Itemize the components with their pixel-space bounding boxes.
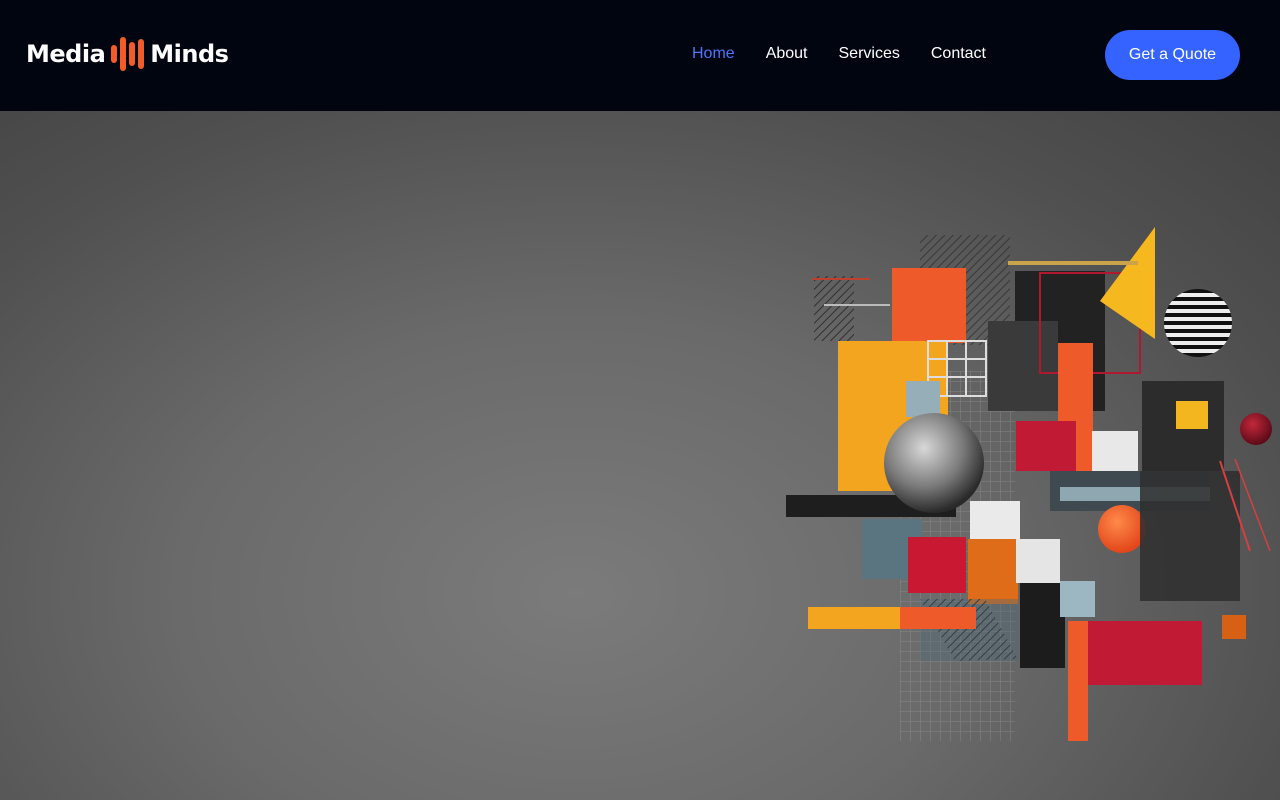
- logo-word-media: Media: [26, 40, 106, 68]
- logo-word-minds: Minds: [150, 40, 229, 68]
- nav-home-link[interactable]: Home: [692, 44, 735, 64]
- site-header: Media Minds Home About Services Contact …: [0, 0, 1280, 111]
- main-nav: Home About Services Contact: [692, 44, 1017, 64]
- sound-bars-icon: [111, 37, 145, 71]
- hero-section: [0, 111, 1280, 800]
- get-a-quote-button[interactable]: Get a Quote: [1105, 30, 1240, 80]
- nav-about-link[interactable]: About: [766, 44, 808, 64]
- abstract-collage-image: [786, 227, 1272, 741]
- brand-logo[interactable]: Media Minds: [26, 36, 229, 72]
- nav-services-link[interactable]: Services: [839, 44, 900, 64]
- nav-contact-link[interactable]: Contact: [931, 44, 986, 64]
